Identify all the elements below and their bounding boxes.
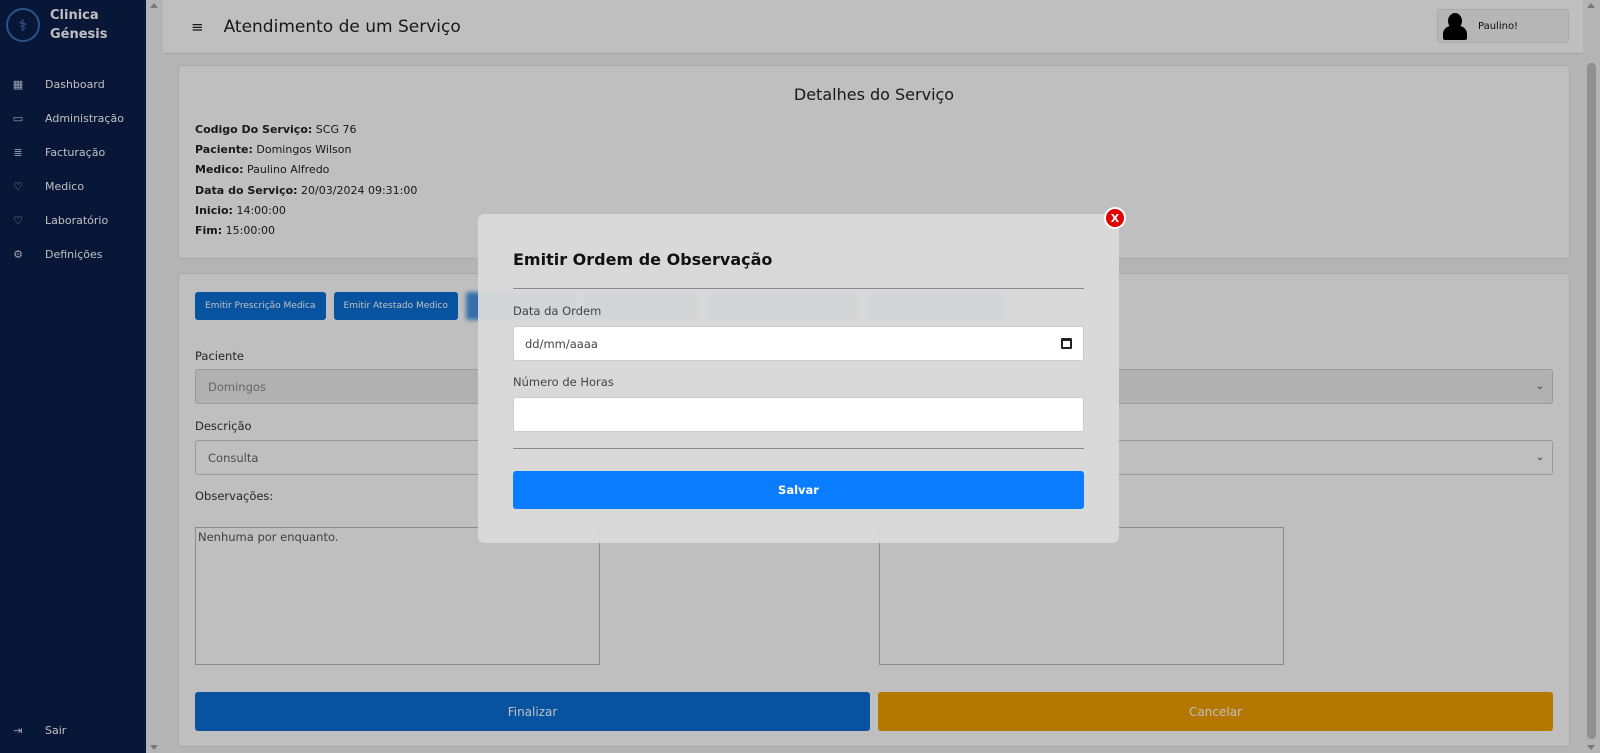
hours-label: Número de Horas [513,375,614,389]
order-date-input[interactable]: dd/mm/aaaa [513,326,1084,361]
save-button[interactable]: Salvar [513,471,1084,509]
modal-title: Emitir Ordem de Observação [513,250,773,269]
hours-input[interactable] [513,397,1084,432]
observation-order-modal: X Emitir Ordem de Observação Data da Ord… [478,207,1126,543]
calendar-icon[interactable] [1061,338,1072,349]
close-icon[interactable]: X [1104,207,1126,229]
divider [513,288,1084,289]
divider [513,448,1084,449]
date-placeholder: dd/mm/aaaa [525,336,598,351]
date-label: Data da Ordem [513,304,602,318]
